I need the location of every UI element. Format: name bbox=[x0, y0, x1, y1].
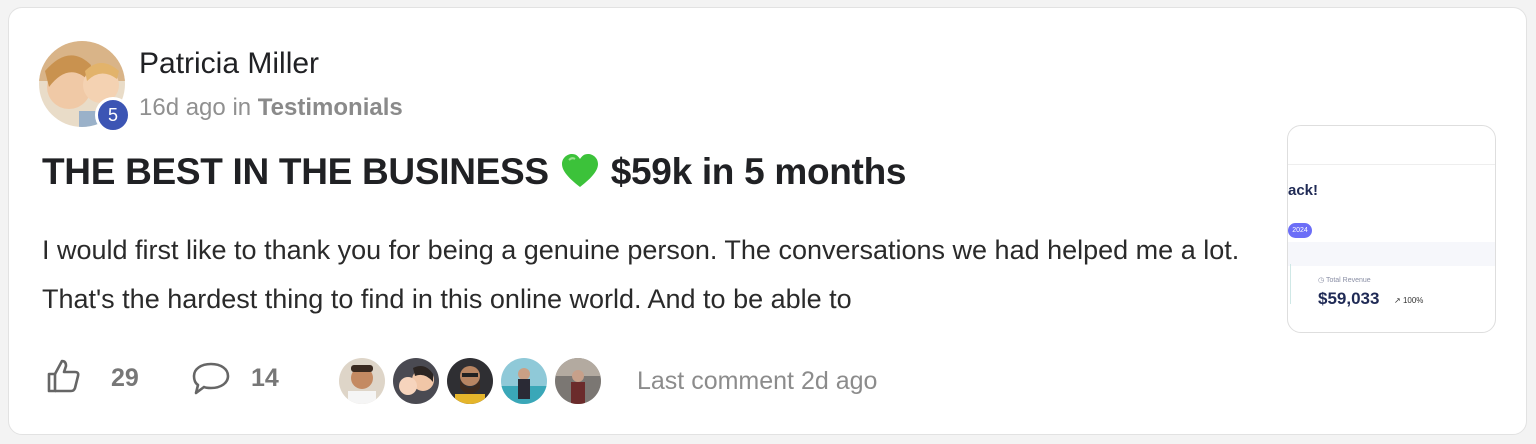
clock-icon: ◷ bbox=[1318, 277, 1326, 284]
post-title[interactable]: THE BEST IN THE BUSINESS $59k in 5 month… bbox=[42, 151, 906, 197]
commenter-avatar[interactable] bbox=[499, 356, 549, 406]
author-avatar-container[interactable]: 5 bbox=[39, 41, 131, 133]
commenter-avatar[interactable] bbox=[445, 356, 495, 406]
thumbnail-stat-label: ◷ Total Revenue bbox=[1318, 276, 1371, 284]
commenter-avatar[interactable] bbox=[391, 356, 441, 406]
meta-in-label: in bbox=[232, 94, 252, 121]
thumbnail-heading: ack! bbox=[1288, 182, 1319, 199]
thumbnail-pill: 2024 bbox=[1288, 223, 1312, 238]
thumbnail-header bbox=[1288, 126, 1495, 165]
commenter-avatar[interactable] bbox=[337, 356, 387, 406]
thumbnail-stat-value: $59,033 bbox=[1318, 289, 1380, 308]
post-meta: 16d ago in Testimonials bbox=[139, 94, 403, 122]
like-count: 29 bbox=[111, 364, 139, 392]
post-footer: 29 14 Last comment 2d ago bbox=[45, 356, 945, 406]
thumbnail-stat-label-text: Total Revenue bbox=[1325, 277, 1371, 284]
thumbs-up-icon[interactable] bbox=[45, 358, 81, 399]
category-link[interactable]: Testimonials bbox=[258, 94, 403, 121]
level-badge: 5 bbox=[95, 97, 131, 133]
thumbnail-stat-change: ↗ 100% bbox=[1394, 296, 1423, 305]
trend-up-icon: ↗ bbox=[1394, 296, 1403, 305]
thumbnail-stat-change-text: 100% bbox=[1402, 296, 1424, 305]
last-comment-time: Last comment 2d ago bbox=[637, 367, 878, 395]
author-name[interactable]: Patricia Miller bbox=[139, 47, 319, 81]
post-card[interactable]: 5 Patricia Miller 16d ago in Testimonial… bbox=[8, 7, 1527, 435]
comment-count: 14 bbox=[251, 364, 279, 392]
thumbnail-band bbox=[1288, 242, 1495, 266]
thumbnail-divider bbox=[1290, 264, 1291, 304]
post-title-text: THE BEST IN THE BUSINESS bbox=[42, 151, 549, 192]
post-title-suffix: $59k in 5 months bbox=[610, 151, 907, 192]
commenter-avatar[interactable] bbox=[553, 356, 603, 406]
post-time: 16d ago bbox=[139, 94, 226, 121]
post-body-preview[interactable]: I would first like to thank you for bein… bbox=[42, 226, 1272, 324]
comment-bubble-icon[interactable] bbox=[191, 360, 231, 401]
post-image-thumbnail[interactable]: ack! 2024 ◷ Total Revenue $59,033 ↗ 100% bbox=[1287, 125, 1496, 333]
green-heart-icon bbox=[561, 154, 599, 197]
